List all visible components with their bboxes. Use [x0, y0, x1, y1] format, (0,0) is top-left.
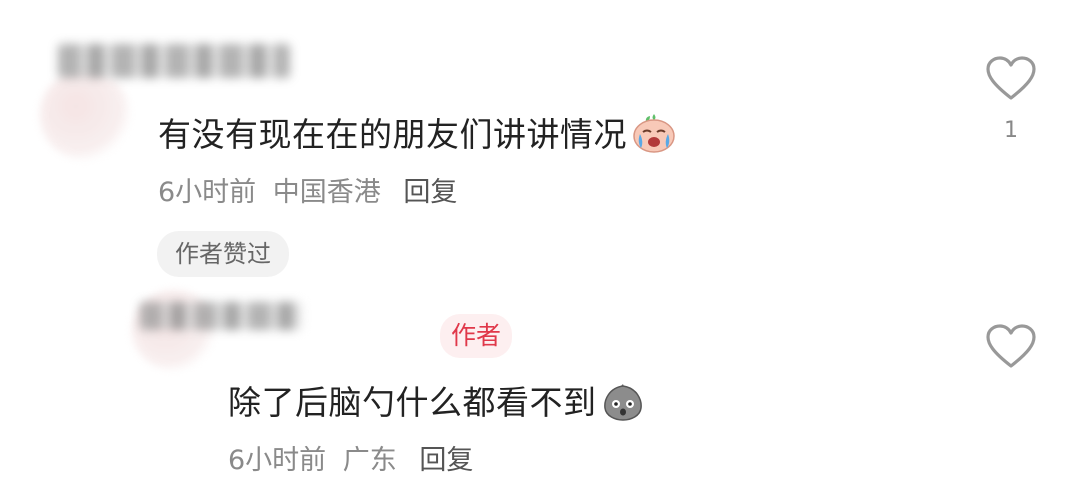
author-liked-badge: 作者赞过 [157, 231, 289, 277]
comment-text-content: 有没有现在在的朋友们讲讲情况 [158, 115, 627, 154]
avatar[interactable] [40, 70, 130, 160]
comment-time: 6小时前 [228, 445, 327, 476]
like-button[interactable] [985, 56, 1037, 100]
comment-location: 广东 [342, 445, 397, 476]
username-blurred[interactable] [140, 302, 302, 330]
comment-text[interactable]: 除了后脑勺什么都看不到 [228, 376, 645, 430]
comment-meta: 6小时前 广东 回复 [228, 438, 473, 477]
reply-button[interactable]: 回复 [403, 177, 457, 208]
comment-text[interactable]: 有没有现在在的朋友们讲讲情况 [158, 108, 677, 162]
crying-face-emoji [631, 112, 677, 162]
author-tag: 作者 [440, 314, 513, 358]
comment-location: 中国香港 [272, 177, 381, 208]
comment-meta: 6小时前 中国香港 回复 [158, 170, 457, 209]
like-button[interactable] [985, 324, 1037, 368]
shocked-face-emoji [601, 380, 645, 430]
comment-time: 6小时前 [158, 177, 257, 208]
comment-text-content: 除了后脑勺什么都看不到 [228, 383, 597, 422]
like-count: 1 [1004, 118, 1018, 143]
username-blurred[interactable] [58, 44, 290, 78]
reply-button[interactable]: 回复 [419, 445, 473, 476]
heart-icon [986, 324, 1036, 368]
heart-icon [986, 56, 1036, 100]
